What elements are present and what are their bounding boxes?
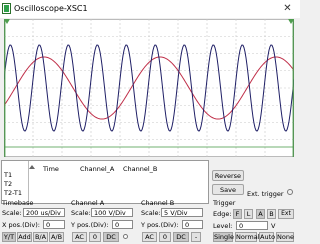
trigger-single-button[interactable]: Single: [213, 232, 234, 242]
channel-a-ac-button[interactable]: AC: [72, 232, 87, 242]
column-header-time: Time: [43, 165, 59, 173]
trigger-header: Trigger: [213, 199, 236, 207]
trigger-source-b-button[interactable]: B: [267, 209, 276, 219]
channel-a-input-terminal[interactable]: [123, 234, 128, 239]
mode-ba-button[interactable]: B/A: [33, 232, 48, 242]
channel-b-ypos-label: Y pos.(Div):: [141, 221, 179, 229]
trigger-auto-button[interactable]: Auto: [259, 232, 275, 242]
channel-a-ypos-label: Y pos.(Div):: [71, 221, 109, 229]
reverse-button[interactable]: Reverse: [212, 170, 244, 181]
channel-a-scale-field[interactable]: 100 V/Div: [91, 208, 133, 217]
timebase-header: Timebase: [2, 199, 34, 207]
trigger-level-unit: V: [271, 222, 276, 230]
reverse-button-label: Reverse: [214, 172, 242, 180]
trigger-edge-label: Edge:: [213, 210, 232, 218]
title-bar[interactable]: Oscilloscope-XSC1 ✕: [0, 0, 300, 18]
row-label-t2: T2: [4, 180, 13, 188]
row-label-t1: T1: [4, 171, 13, 179]
mode-add-button[interactable]: Add: [17, 232, 32, 242]
mode-ab-button[interactable]: A/B: [49, 232, 64, 242]
channel-b-ac-button[interactable]: AC: [142, 232, 157, 242]
channel-a-scale-label: Scale:: [71, 209, 91, 217]
timebase-scale-label: Scale:: [2, 209, 22, 217]
mode-yt-button[interactable]: Y/T: [2, 232, 16, 242]
trigger-level-field[interactable]: 0: [236, 221, 268, 230]
channel-b-scale-field[interactable]: 5 V/Div: [161, 208, 203, 217]
trigger-source-ext-button[interactable]: Ext: [278, 209, 294, 219]
channel-a-header: Channel A: [71, 199, 105, 207]
save-button-label: Save: [220, 186, 236, 194]
trigger-falling-edge-button[interactable]: L: [244, 209, 253, 219]
channel-a-ypos-field[interactable]: 0: [112, 220, 133, 229]
channel-a-zero-button[interactable]: 0: [89, 232, 101, 242]
scroll-up-icon[interactable]: [29, 165, 35, 169]
column-header-channel-a: Channel_A: [80, 165, 115, 173]
row-label-t2-t1: T2-T1: [4, 189, 22, 197]
trigger-level-label: Level:: [213, 222, 233, 230]
channel-a-dc-button[interactable]: DC: [103, 232, 119, 242]
trigger-normal-button[interactable]: Normal: [235, 232, 260, 242]
column-header-channel-b: Channel_B: [123, 165, 158, 173]
ext-trigger-label: Ext. trigger: [247, 190, 284, 198]
oscilloscope-screen[interactable]: [4, 19, 294, 157]
close-icon[interactable]: ✕: [282, 4, 293, 14]
trigger-source-a-button[interactable]: A: [256, 209, 265, 219]
channel-b-zero-button[interactable]: 0: [159, 232, 171, 242]
timebase-scale-field[interactable]: 200 us/Div: [23, 208, 65, 217]
channel-b-header: Channel B: [141, 199, 175, 207]
ext-trigger-terminal[interactable]: [287, 189, 293, 195]
timebase-xpos-field[interactable]: 0: [43, 220, 65, 229]
trigger-none-button[interactable]: None: [276, 232, 294, 242]
save-button[interactable]: Save: [212, 184, 244, 195]
trigger-rising-edge-button[interactable]: F: [233, 209, 242, 219]
cursor-readout-table: Time Channel_A Channel_B T1 T2 T2-T1: [1, 160, 209, 204]
channel-b-invert-button[interactable]: -: [191, 232, 201, 242]
window-title: Oscilloscope-XSC1: [14, 4, 88, 13]
channel-b-dc-button[interactable]: DC: [173, 232, 189, 242]
timebase-xpos-label: X pos.(Div):: [2, 221, 40, 229]
oscilloscope-app-icon: [2, 3, 11, 14]
channel-b-scale-label: Scale:: [141, 209, 161, 217]
channel-b-ypos-field[interactable]: 0: [182, 220, 203, 229]
